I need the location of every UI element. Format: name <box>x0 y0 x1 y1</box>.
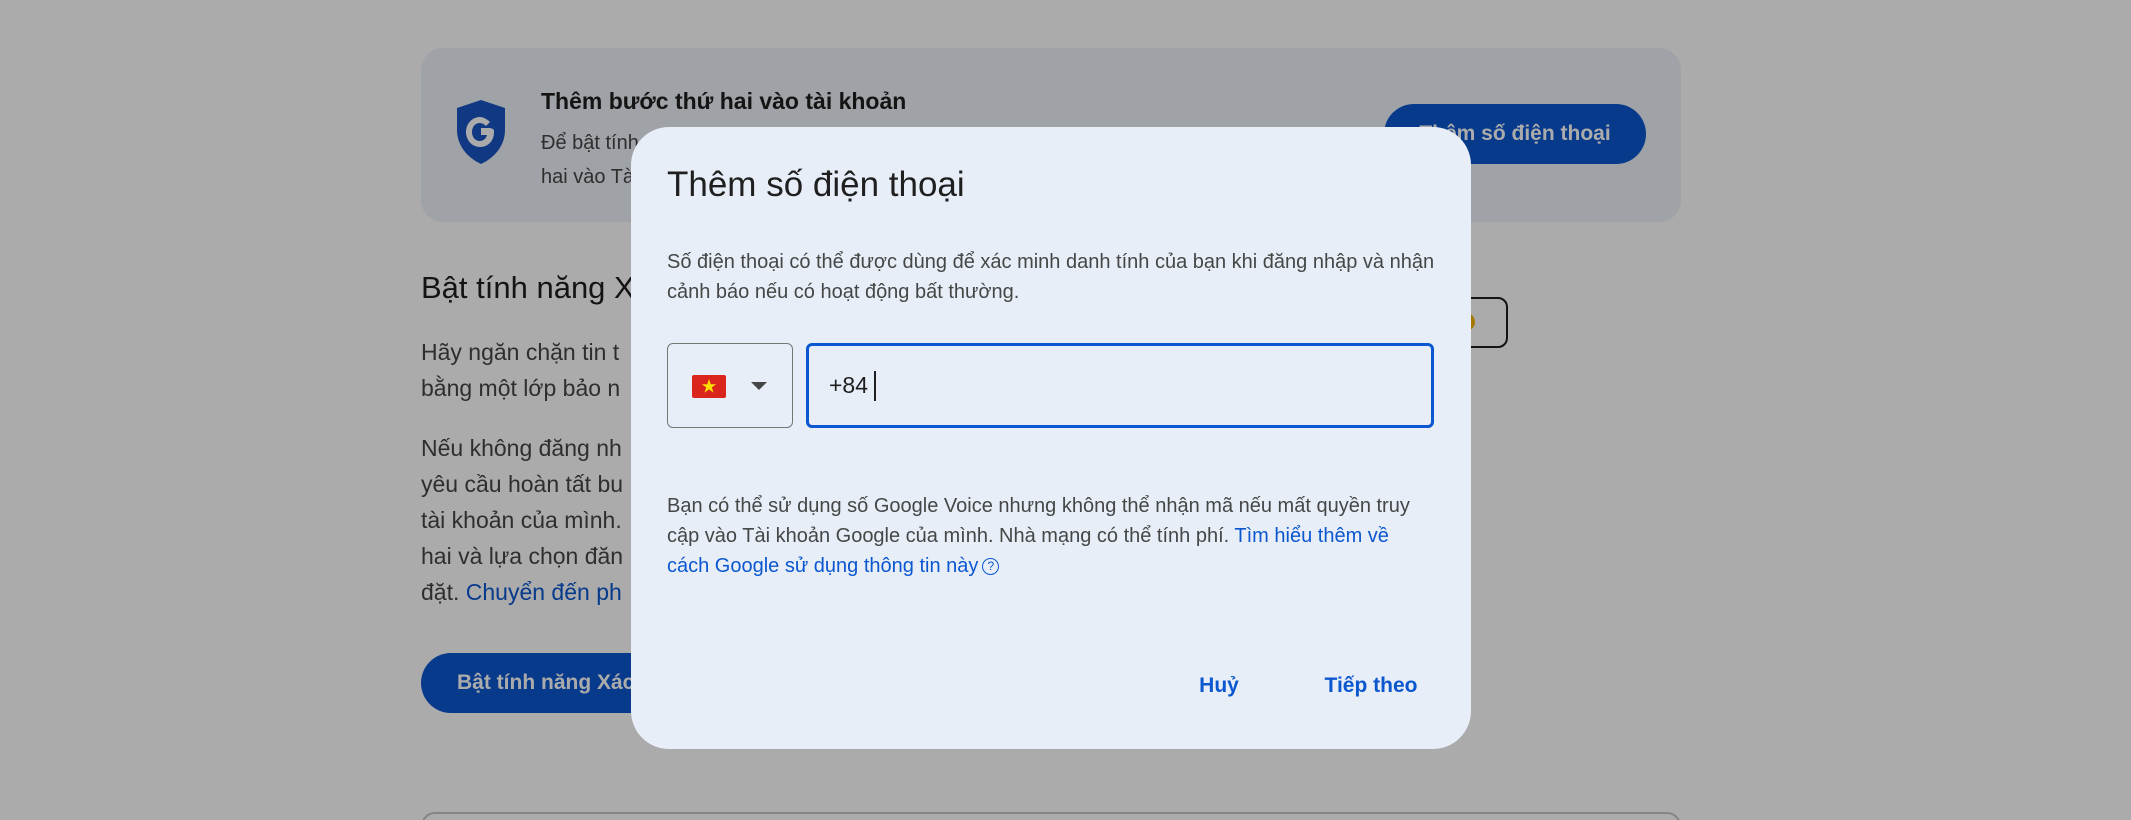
caret-down-icon <box>751 382 767 390</box>
vietnam-flag-icon <box>692 375 726 398</box>
phone-number-input[interactable]: +84 <box>806 343 1434 428</box>
dialog-note: Bạn có thể sử dụng số Google Voice nhưng… <box>667 491 1427 581</box>
next-button[interactable]: Tiếp theo <box>1304 664 1438 708</box>
cancel-button[interactable]: Huỷ <box>1189 664 1249 708</box>
phone-value: +84 <box>829 372 869 398</box>
help-icon[interactable]: ? <box>982 558 1000 576</box>
text-cursor <box>874 370 877 401</box>
add-phone-dialog: Thêm số điện thoại Số điện thoại có thể … <box>631 127 1471 749</box>
dialog-title: Thêm số điện thoại <box>667 165 965 204</box>
country-select[interactable] <box>667 343 793 428</box>
dialog-description: Số điện thoại có thể được dùng để xác mi… <box>667 251 1435 303</box>
